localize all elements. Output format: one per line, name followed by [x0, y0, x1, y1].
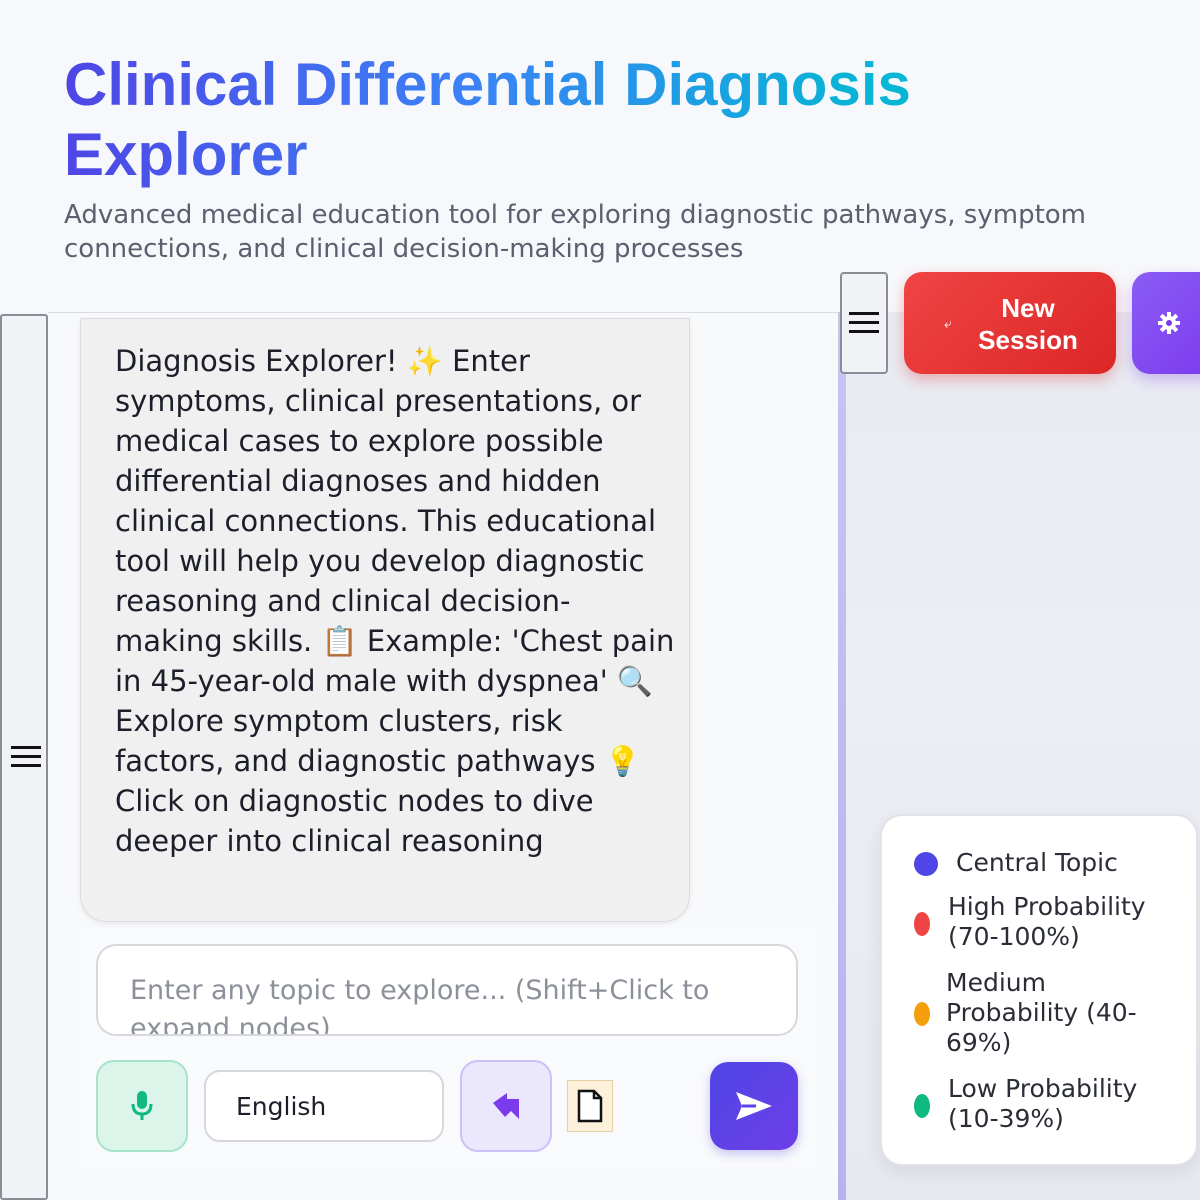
welcome-message: Diagnosis Explorer! ✨ Enter symptoms, cl…	[80, 318, 690, 922]
legend-label: Central Topic	[956, 848, 1118, 877]
hamburger-icon	[849, 312, 879, 334]
send-button[interactable]	[710, 1062, 798, 1150]
voice-mode-button[interactable]	[460, 1060, 552, 1152]
topic-input[interactable]	[96, 944, 798, 1036]
settings-button[interactable]	[1132, 272, 1200, 374]
page-subtitle: Advanced medical education tool for expl…	[64, 200, 1086, 264]
legend-item-medium: Medium Probability (40-69%)	[882, 968, 1182, 1062]
legend-dot	[914, 912, 930, 936]
page-title: Clinical Differential Diagnosis Explorer	[64, 50, 964, 190]
legend-item-high: High Probability (70-100%)	[882, 892, 1182, 956]
legend-label: High Probability (70-100%)	[948, 892, 1146, 951]
cursor-icon	[493, 1093, 519, 1119]
legend-dot	[914, 852, 938, 876]
microphone-icon	[131, 1091, 153, 1120]
legend-item-low: Low Probability (10-39%)	[882, 1074, 1182, 1138]
language-select[interactable]: English	[204, 1070, 444, 1142]
legend-label: Medium Probability (40-69%)	[946, 968, 1137, 1057]
microphone-button[interactable]	[96, 1060, 188, 1152]
send-icon	[736, 1092, 772, 1120]
page-header: Clinical Differential Diagnosis Explorer…	[0, 0, 1200, 312]
legend-item-central: Central Topic	[882, 846, 1182, 886]
hamburger-icon[interactable]	[11, 746, 41, 768]
legend-dot	[914, 1094, 930, 1118]
sidebar-rail[interactable]	[0, 314, 48, 1200]
panel-resize-handle[interactable]	[838, 312, 846, 1200]
document-icon	[577, 1089, 603, 1123]
language-value: English	[236, 1091, 327, 1121]
probability-legend: Central Topic High Probability (70-100%)…	[880, 814, 1198, 1166]
gear-icon	[1158, 312, 1180, 334]
graph-menu-button[interactable]	[840, 272, 888, 374]
new-session-button[interactable]: ⤶ New Session	[904, 272, 1116, 374]
new-session-label: New Session	[978, 293, 1078, 355]
legend-label: Low Probability (10-39%)	[948, 1074, 1138, 1133]
refresh-icon: ⤶	[944, 316, 952, 332]
legend-dot	[914, 1002, 930, 1026]
message-text: Diagnosis Explorer! ✨ Enter symptoms, cl…	[115, 344, 675, 858]
attach-file-button[interactable]	[567, 1080, 613, 1132]
